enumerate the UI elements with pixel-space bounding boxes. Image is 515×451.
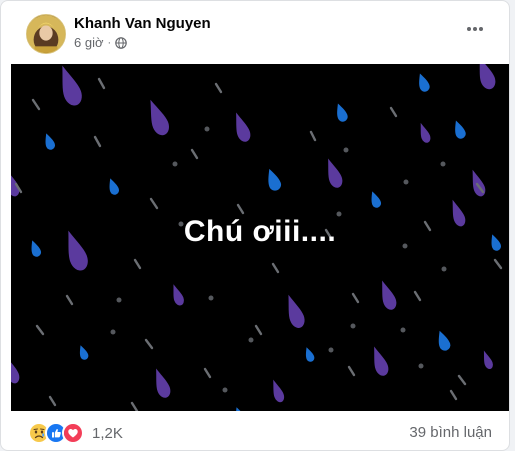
globe-icon[interactable]: [115, 36, 127, 49]
post-meta: 6 giờ ·: [74, 35, 127, 50]
post-text: Chú ơiii....: [183, 214, 337, 248]
post-footer: 1,2K 39 bình luận: [1, 411, 509, 450]
post-time[interactable]: 6 giờ: [74, 35, 104, 50]
love-reaction-icon: [62, 422, 84, 444]
reaction-summary[interactable]: 1,2K: [28, 422, 123, 444]
meta-separator: ·: [107, 36, 112, 49]
author-name[interactable]: Khanh Van Nguyen: [74, 15, 211, 32]
post-card: Khanh Van Nguyen 6 giờ · Chú ơiii.... 1,…: [0, 0, 510, 451]
post-media-background[interactable]: Chú ơiii....: [11, 64, 509, 411]
reaction-count[interactable]: 1,2K: [92, 425, 123, 442]
avatar[interactable]: [26, 14, 66, 54]
comment-count[interactable]: 39 bình luận: [409, 424, 492, 441]
post-header: Khanh Van Nguyen 6 giờ ·: [1, 1, 509, 63]
more-horizontal-icon[interactable]: [461, 19, 489, 39]
